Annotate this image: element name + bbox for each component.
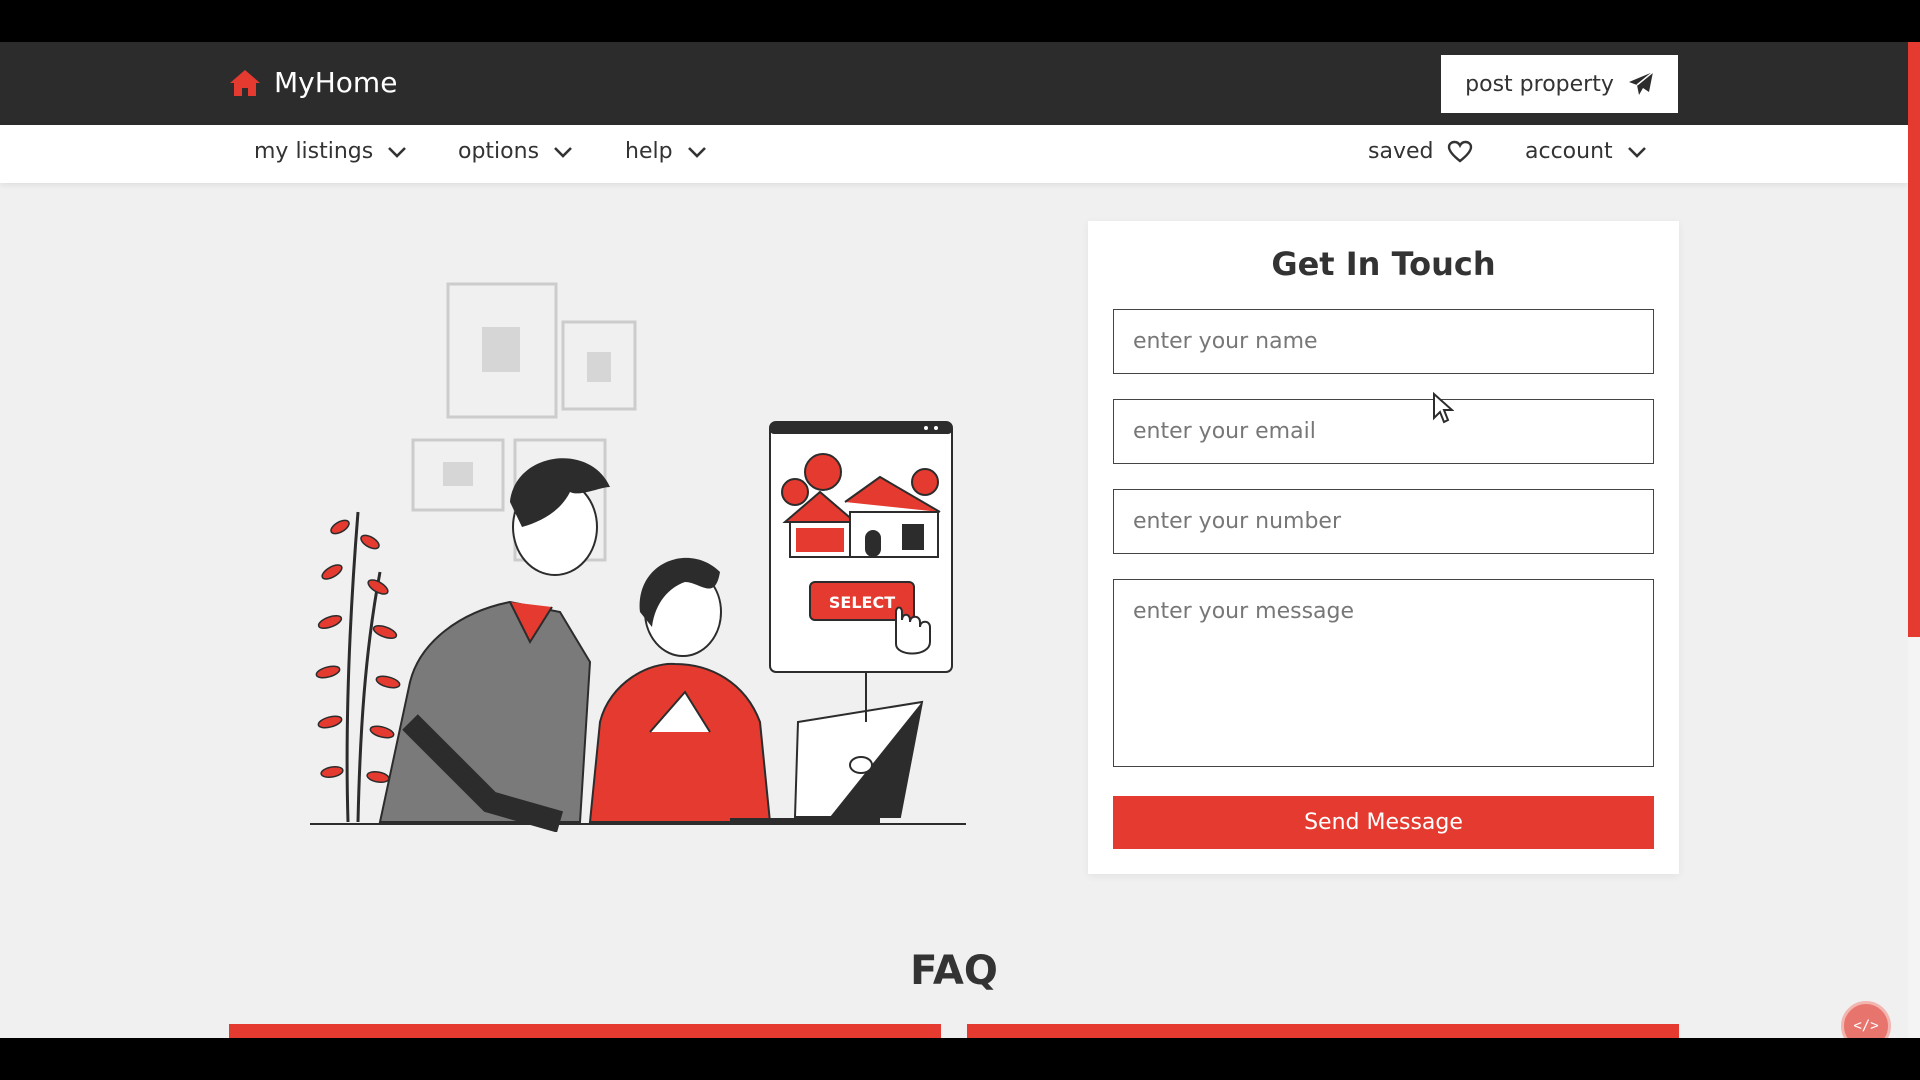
plant-decoration [315, 511, 401, 823]
page-scrollbar[interactable] [1908, 42, 1920, 1038]
nav-my-listings[interactable]: my listings [254, 139, 407, 164]
send-message-button[interactable]: Send Message [1113, 796, 1654, 849]
page-viewport: MyHome post property my listings options… [0, 42, 1920, 1038]
nav-account-label: account [1525, 139, 1613, 164]
heart-icon [1448, 140, 1473, 163]
nav-help[interactable]: help [625, 139, 707, 164]
faq-item[interactable] [967, 1024, 1679, 1038]
nav-saved-label: saved [1368, 139, 1434, 164]
select-button-text: SELECT [829, 593, 895, 612]
top-header: MyHome post property [0, 42, 1908, 125]
woman-figure [588, 557, 772, 823]
contact-title: Get In Touch [1271, 245, 1496, 283]
site-logo[interactable]: MyHome [228, 66, 397, 99]
nav-options-label: options [458, 139, 540, 164]
house-search-illustration: SELECT [310, 282, 966, 832]
chevron-down-icon [687, 146, 706, 158]
nav-my-listings-label: my listings [254, 139, 374, 164]
email-field[interactable] [1113, 399, 1654, 464]
nav-saved[interactable]: saved [1368, 139, 1473, 164]
faq-item[interactable] [229, 1024, 941, 1038]
home-icon [230, 69, 260, 96]
chevron-down-icon [388, 146, 407, 158]
code-widget-button[interactable]: </> [1841, 1001, 1891, 1038]
mouse-cursor-icon [1433, 392, 1454, 424]
man-figure [378, 458, 610, 832]
letterbox-bottom [0, 1038, 1920, 1080]
nav-help-label: help [625, 139, 673, 164]
site-logo-text: MyHome [274, 66, 398, 99]
nav-account[interactable]: account [1525, 139, 1647, 164]
faq-heading: FAQ [910, 948, 998, 994]
number-field[interactable] [1113, 489, 1654, 554]
nav-options[interactable]: options [458, 139, 573, 164]
scrollbar-thumb[interactable] [1908, 42, 1920, 637]
letterbox-top [0, 0, 1920, 42]
paper-plane-icon [1628, 71, 1654, 95]
post-property-button[interactable]: post property [1441, 55, 1678, 113]
post-property-label: post property [1465, 71, 1614, 97]
chevron-down-icon [554, 146, 572, 158]
property-screen: SELECT [769, 421, 953, 673]
message-field[interactable] [1113, 579, 1654, 767]
name-field[interactable] [1113, 309, 1654, 374]
main-nav: my listings options help saved account [0, 125, 1908, 183]
chevron-down-icon [1627, 146, 1646, 158]
code-icon: </> [1853, 1018, 1879, 1034]
contact-form-card: Get In Touch Send Message [1088, 221, 1679, 874]
